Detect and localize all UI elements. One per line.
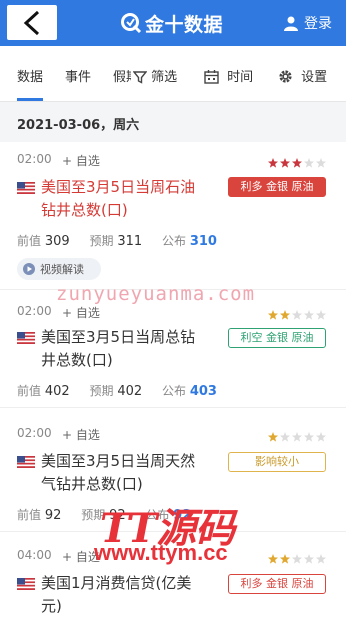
star-empty-icon — [304, 153, 314, 168]
tab-settings[interactable]: 设置 — [278, 66, 327, 85]
pub-label: 公布 — [162, 234, 187, 248]
tab-bar: 数据 事件 假期 筛选 时间 设置 — [0, 46, 346, 102]
filter-icon — [132, 71, 148, 84]
prev-label: 前值 — [17, 508, 42, 522]
star-filled-icon — [268, 427, 278, 442]
tab-filter[interactable]: 筛选 — [131, 66, 178, 85]
event-title[interactable]: 美国1月消费信贷(亿美元) — [41, 572, 201, 618]
star-empty-icon — [280, 427, 290, 442]
login-button[interactable]: 登录 — [284, 13, 332, 33]
app-logo: 金十数据 — [120, 10, 223, 36]
event-time: 02:00 — [17, 304, 52, 318]
video-label: 视频解读 — [40, 263, 84, 276]
tab-events[interactable]: 事件 — [65, 66, 91, 85]
prev-value: 92 — [44, 508, 62, 523]
us-flag-icon — [17, 182, 35, 194]
event-title[interactable]: 美国至3月5日当周天然气钻井总数(口) — [41, 450, 201, 496]
us-flag-icon — [17, 456, 35, 468]
star-filled-icon — [268, 549, 278, 564]
calendar-icon — [204, 70, 219, 84]
site-watermark: zunyueyuanma.com — [56, 283, 256, 305]
event-time: 02:00 — [17, 426, 52, 440]
add-favorite-button[interactable]: + 自选 — [62, 304, 100, 321]
star-empty-icon — [316, 153, 326, 168]
star-filled-icon — [280, 153, 290, 168]
event-title[interactable]: 美国至3月5日当周石油钻井总数(口) — [41, 176, 201, 222]
importance-stars — [268, 427, 328, 442]
list-item[interactable]: 02:00 + 自选 美国至3月5日当周石油钻井总数(口) 利多 金银 原油 前… — [0, 142, 346, 290]
star-filled-icon — [268, 305, 278, 320]
pub-label: 公布 — [162, 384, 187, 398]
list-item[interactable]: 02:00 + 自选 美国至3月5日当周总钻井总数(口) 利空 金银 原油 前值… — [0, 290, 346, 408]
expect-label: 预期 — [89, 384, 114, 398]
tab-settings-label: 设置 — [301, 70, 328, 85]
date-header: 2021-03-06，周六 — [0, 102, 346, 142]
gear-icon — [279, 70, 292, 83]
back-button[interactable] — [7, 5, 57, 40]
star-filled-icon — [268, 153, 278, 168]
tab-filter-label: 筛选 — [151, 70, 178, 85]
event-time: 04:00 — [17, 548, 52, 562]
star-empty-icon — [316, 427, 326, 442]
tab-time-label: 时间 — [227, 70, 254, 85]
importance-stars — [268, 153, 328, 168]
prev-label: 前值 — [17, 234, 42, 248]
importance-stars — [268, 305, 328, 320]
add-favorite-button[interactable]: + 自选 — [62, 426, 100, 443]
active-tab-indicator — [17, 98, 43, 101]
star-empty-icon — [316, 549, 326, 564]
expect-value: 311 — [117, 234, 143, 249]
back-arrow-icon — [23, 10, 40, 35]
impact-tag: 利空 金银 原油 — [228, 328, 326, 348]
us-flag-icon — [17, 578, 35, 590]
user-icon — [284, 16, 298, 31]
tab-time[interactable]: 时间 — [204, 66, 253, 85]
event-stats: 前值 309 预期 311 公布 310 — [17, 232, 217, 249]
expect-value: 402 — [117, 384, 143, 399]
event-stats: 前值 402 预期 402 公布 403 — [17, 382, 217, 399]
us-flag-icon — [17, 332, 35, 344]
login-label: 登录 — [304, 16, 332, 32]
star-empty-icon — [304, 427, 314, 442]
star-filled-icon — [292, 153, 302, 168]
event-time: 02:00 — [17, 152, 52, 166]
star-empty-icon — [304, 305, 314, 320]
play-icon — [23, 263, 35, 275]
prev-label: 前值 — [17, 384, 42, 398]
logo-text: 金十数据 — [145, 13, 224, 36]
prev-value: 402 — [44, 384, 70, 399]
pub-value: 403 — [189, 384, 217, 399]
impact-tag: 影响较小 — [228, 452, 326, 472]
expect-label: 预期 — [89, 234, 114, 248]
pub-value: 310 — [189, 234, 217, 249]
star-empty-icon — [316, 305, 326, 320]
star-empty-icon — [292, 427, 302, 442]
tab-data[interactable]: 数据 — [17, 66, 43, 85]
event-title[interactable]: 美国至3月5日当周总钻井总数(口) — [41, 326, 201, 372]
star-empty-icon — [304, 549, 314, 564]
prev-value: 309 — [44, 234, 70, 249]
star-empty-icon — [292, 305, 302, 320]
impact-tag: 利多 金银 原油 — [228, 574, 326, 594]
top-bar: 金十数据 登录 — [0, 0, 346, 46]
star-empty-icon — [292, 549, 302, 564]
url-watermark: www.ttym.cc — [94, 540, 228, 565]
importance-stars — [268, 549, 328, 564]
star-filled-icon — [280, 549, 290, 564]
video-explain-button[interactable]: 视频解读 — [17, 258, 101, 280]
logo-q-icon — [121, 13, 142, 34]
add-favorite-button[interactable]: + 自选 — [62, 152, 100, 169]
star-filled-icon — [280, 305, 290, 320]
impact-tag: 利多 金银 原油 — [228, 177, 326, 197]
